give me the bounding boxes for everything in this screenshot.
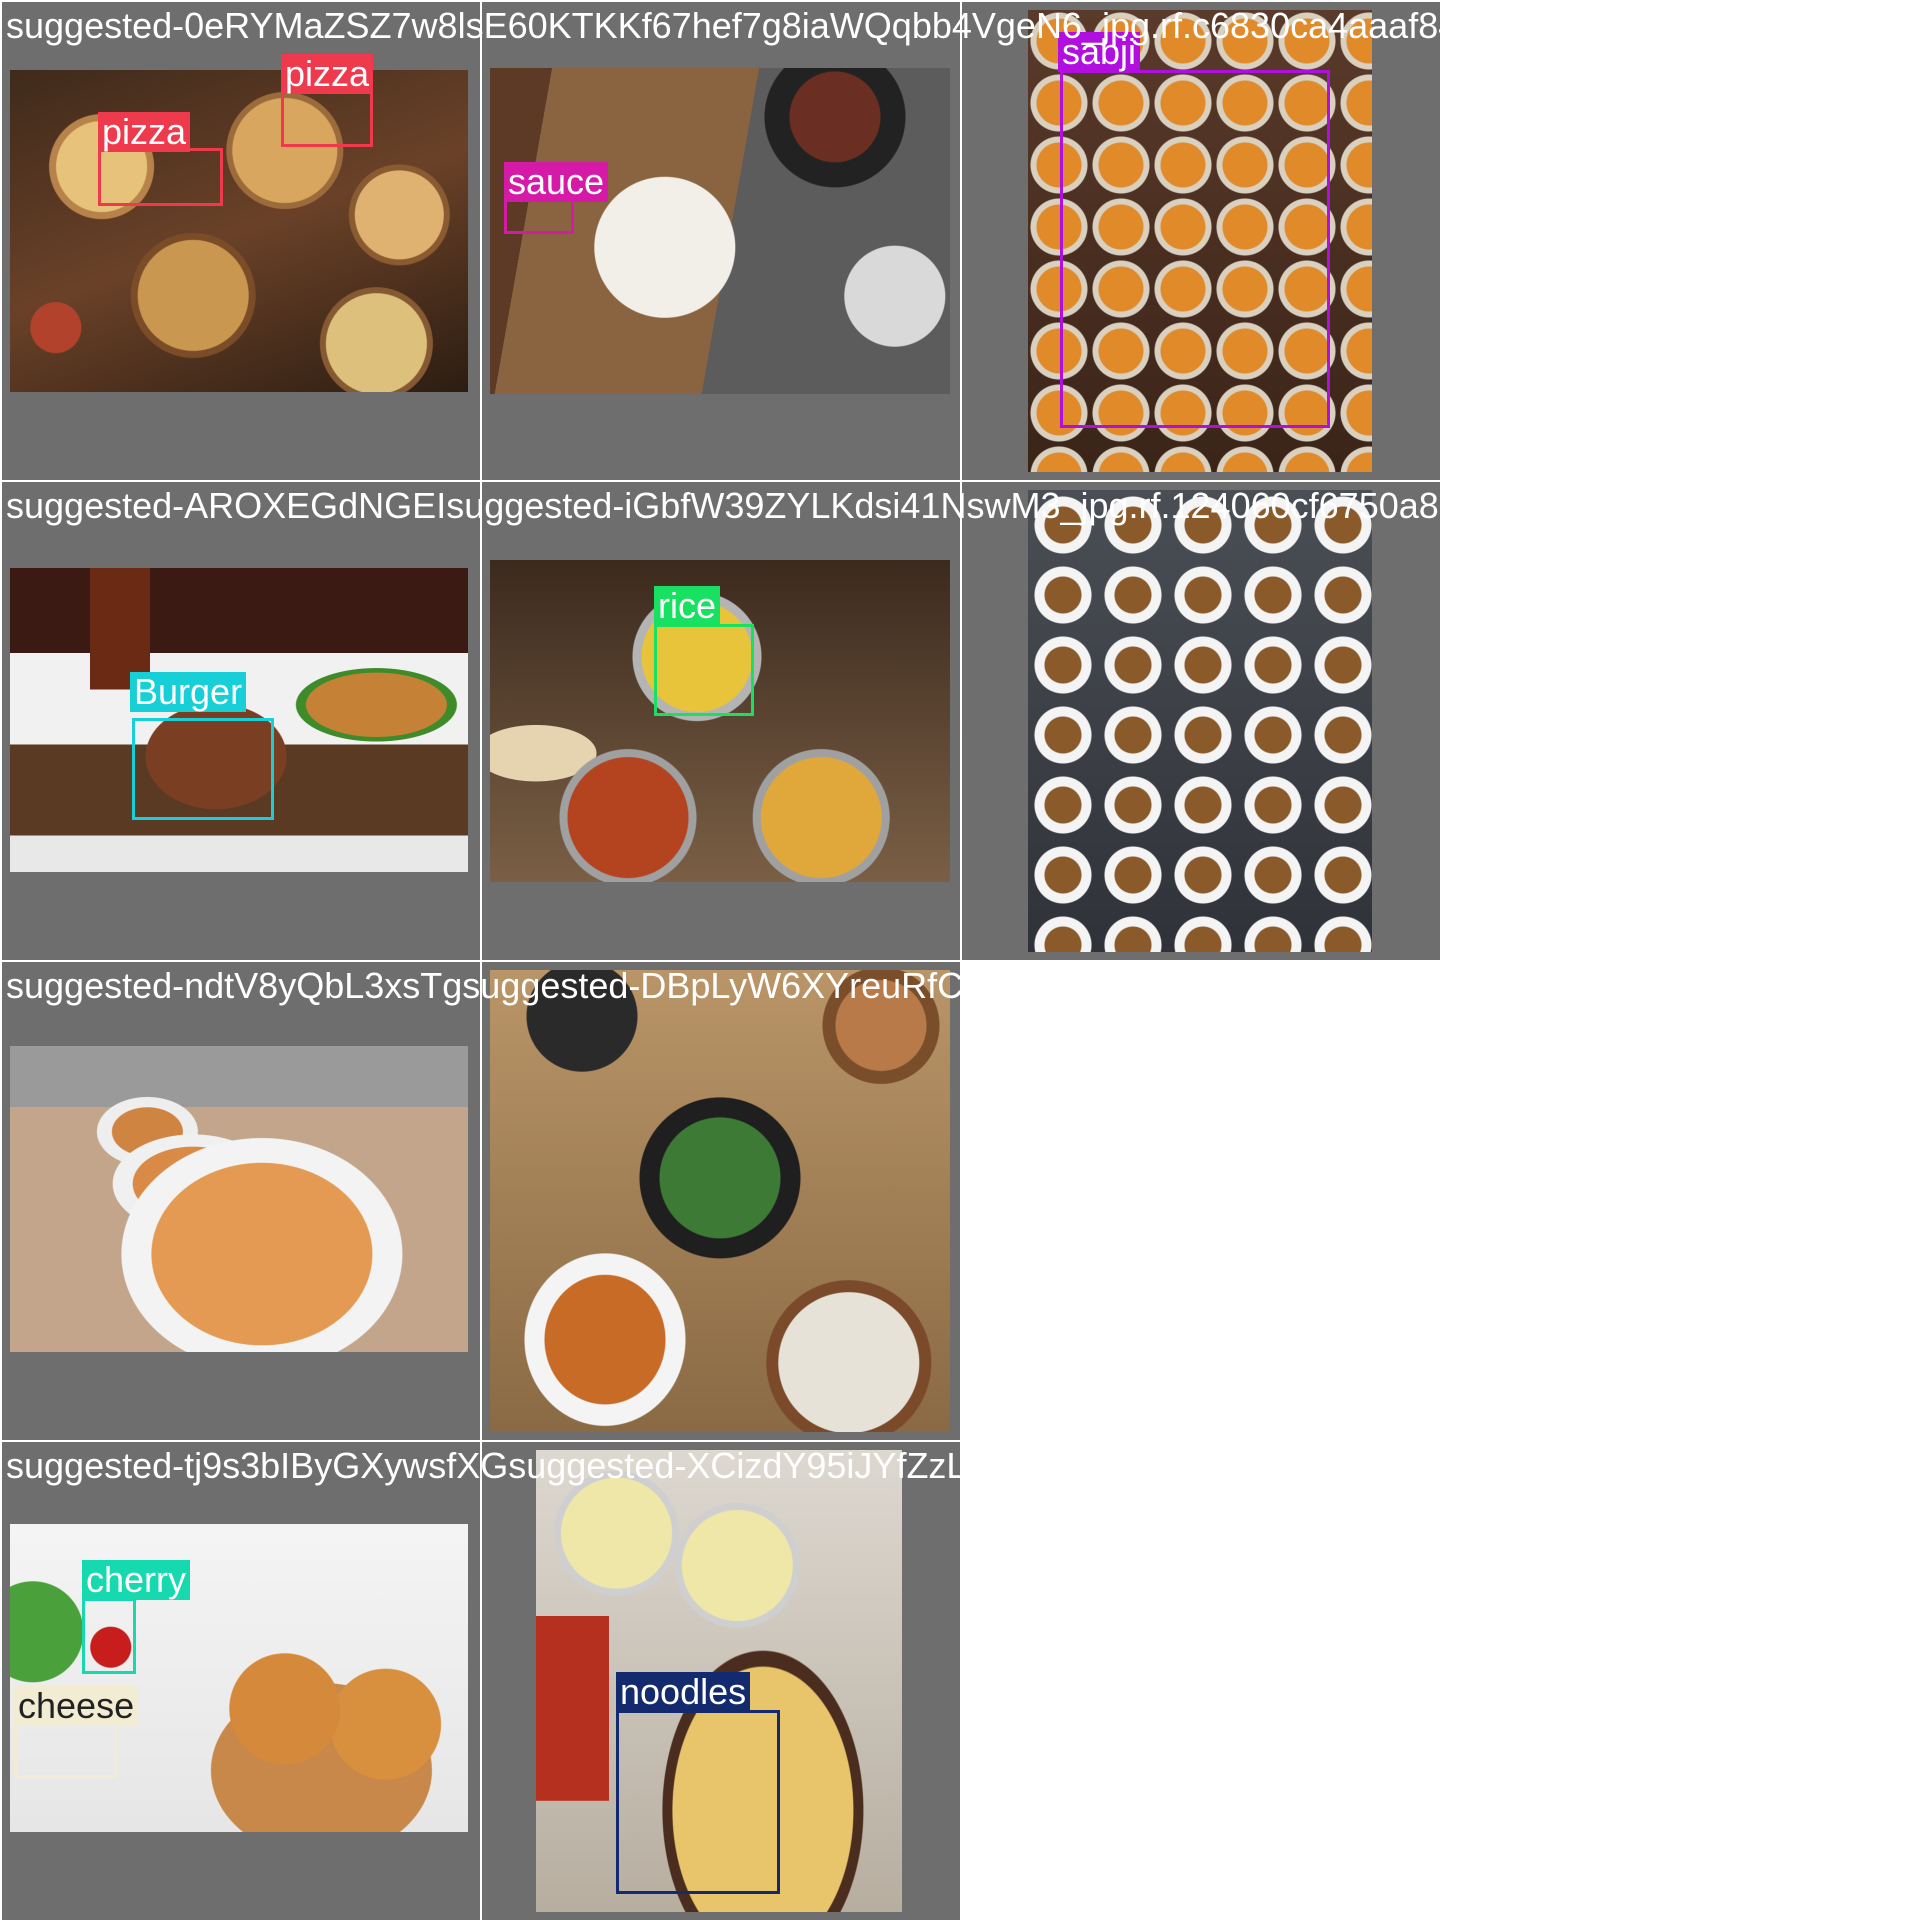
- bbox-noodles: [616, 1710, 780, 1894]
- caption-row-1: suggested-0eRYMaZSZ7w8lsE60KTKKf67hef7g8…: [6, 5, 1675, 46]
- caption-row-4: suggested-tj9s3bIByGXywsfXGsuggested-XCi…: [6, 1445, 1117, 1486]
- tile-sabji: sabji: [962, 2, 1440, 480]
- label-burger: Burger: [130, 672, 247, 712]
- food-photo-spread: [490, 970, 950, 1432]
- caption-row-3: suggested-ndtV8yQbL3xsTgsuggested-DBpLyW…: [6, 965, 1170, 1006]
- tile-noodles: noodles: [482, 1442, 960, 1920]
- tile-burger: Burger: [2, 482, 480, 960]
- bbox-cherry: [82, 1598, 136, 1674]
- food-photo-plates: [1028, 490, 1372, 952]
- label-pizza-2: pizza: [281, 54, 374, 94]
- tile-spread: [482, 962, 960, 1440]
- label-cheese: cheese: [14, 1686, 139, 1726]
- tile-rice: rice: [482, 482, 960, 960]
- tile-pasta: [2, 962, 480, 1440]
- label-rice: rice: [654, 586, 721, 626]
- bbox-pizza-1: [98, 148, 223, 206]
- tile-cherry-cheese: cherry cheese: [2, 1442, 480, 1920]
- label-sauce: sauce: [504, 162, 609, 202]
- food-photo-pasta: [10, 1046, 468, 1352]
- bbox-rice: [654, 624, 754, 716]
- label-pizza-1: pizza: [98, 112, 191, 152]
- tile-pizza: pizza pizza: [2, 2, 480, 480]
- food-photo-burgers-drinks: [10, 1524, 468, 1832]
- label-cherry: cherry: [82, 1560, 191, 1600]
- bbox-burger: [132, 718, 274, 820]
- tile-plates: [962, 482, 1440, 960]
- bbox-pizza-2: [281, 90, 373, 147]
- label-noodles: noodles: [616, 1672, 751, 1712]
- bbox-sabji: [1060, 70, 1330, 428]
- bbox-cheese: [14, 1722, 118, 1778]
- caption-row-2: suggested-AROXEGdNGEIsuggested-iGbfW39ZY…: [6, 485, 1597, 526]
- food-photo-pizzas: [10, 70, 468, 392]
- tile-sauce: sauce: [482, 2, 960, 480]
